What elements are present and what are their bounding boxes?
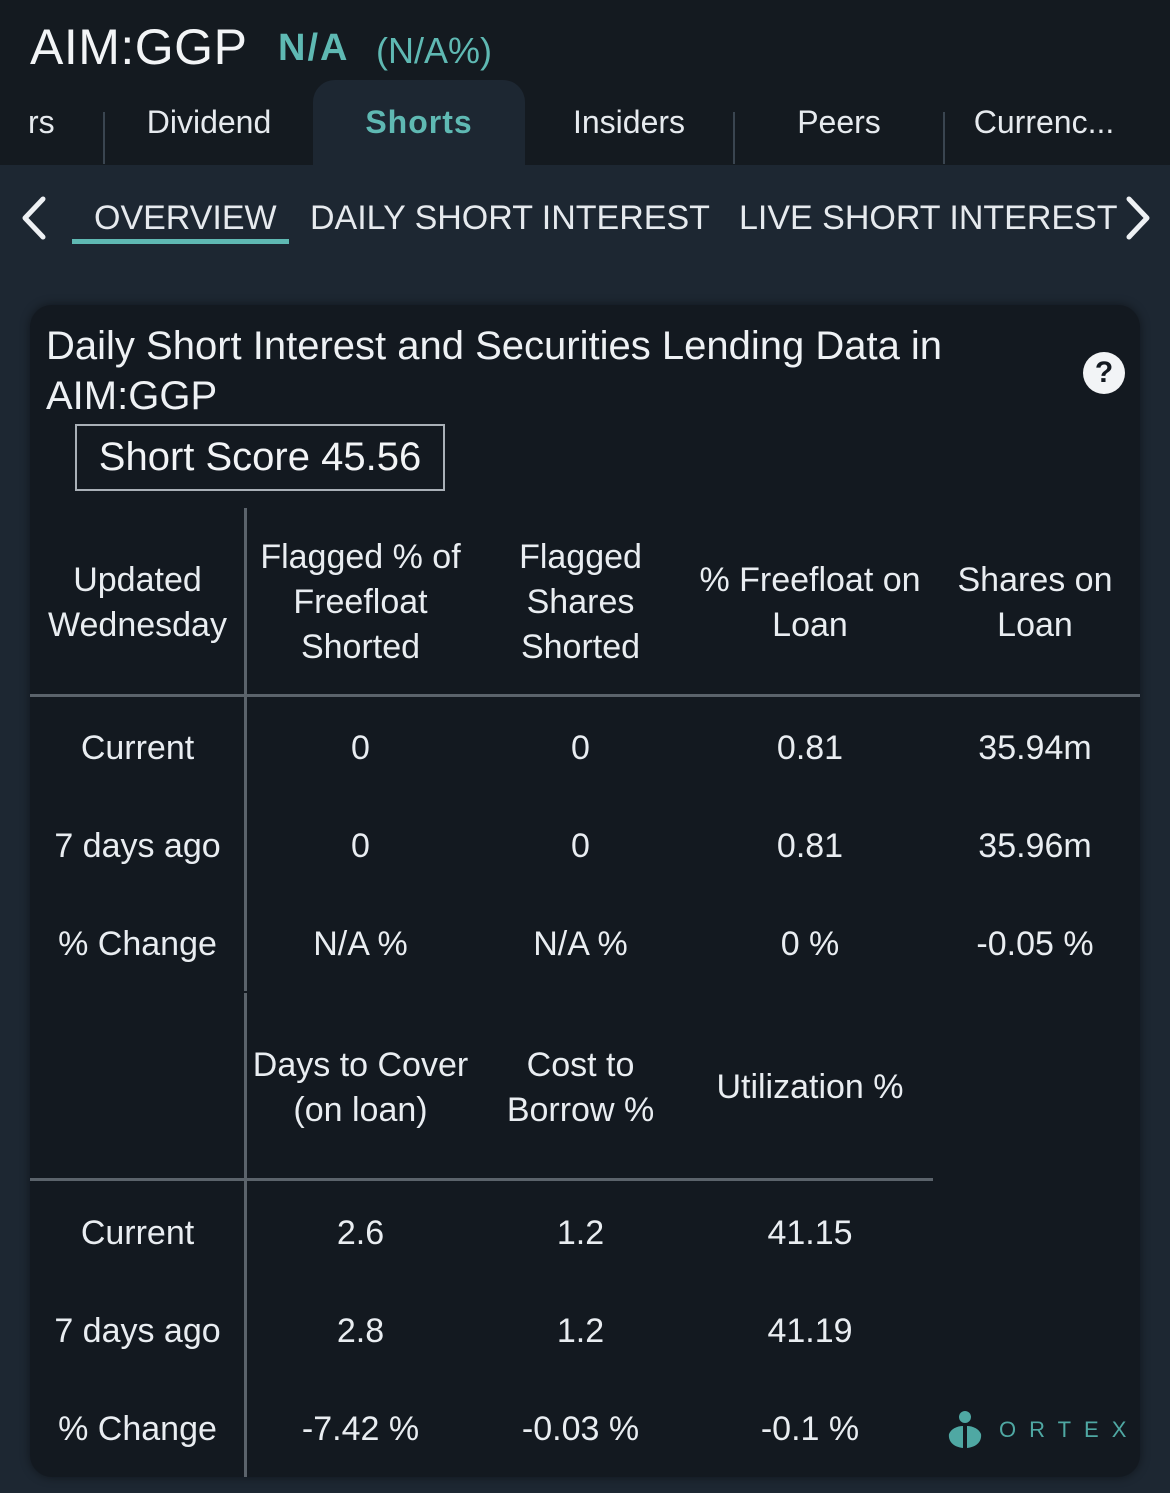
column-header: Utilization % <box>716 1068 904 1106</box>
scroll-right-button[interactable] <box>1118 193 1158 243</box>
table-cell: 0 % <box>780 924 840 963</box>
table-cell: 0 <box>571 728 590 767</box>
ortex-logo-icon <box>948 1411 982 1448</box>
row-label: Current <box>80 1213 195 1252</box>
table-cell: 0.81 <box>776 728 844 767</box>
chevron-left-icon <box>22 196 46 240</box>
help-icon[interactable]: ? <box>1083 352 1125 394</box>
updated-label: Updated <box>73 560 202 599</box>
tab-shorts[interactable]: Shorts <box>313 80 525 165</box>
tab-divider <box>733 112 735 164</box>
tab-label: Peers <box>797 104 881 140</box>
table-cell: 0 <box>351 826 370 865</box>
column-header: Flagged % of Freefloat Shorted <box>260 538 461 666</box>
table-divider <box>30 1178 933 1181</box>
ortex-wordmark: ORTEX <box>999 1417 1140 1442</box>
column-header: Cost to Borrow % <box>506 1045 655 1129</box>
tab-label: Currenc... <box>973 104 1115 140</box>
table-cell: 41.15 <box>767 1213 853 1252</box>
ticker-symbol: AIM:GGP <box>30 19 248 75</box>
row-label: Current <box>80 728 195 767</box>
table-cell: 41.19 <box>767 1311 853 1350</box>
subtab-overview[interactable]: OVERVIEW <box>94 199 277 238</box>
tab-label: Insiders <box>572 104 686 140</box>
main-tab-bar: rs Dividend Shorts Insiders Peers Curren… <box>0 80 1170 165</box>
tab-divider <box>103 112 105 164</box>
subtab-live-short-interest[interactable]: LIVE SHORT INTEREST <box>739 199 1118 238</box>
table-cell: 1.2 <box>556 1213 605 1252</box>
row-label: % Change <box>58 1409 217 1448</box>
tab-insiders[interactable]: Insiders <box>526 80 732 165</box>
table-cell: 0 <box>571 826 590 865</box>
table-cell: N/A % <box>533 924 628 963</box>
column-header: Days to Cover (on loan) <box>252 1045 469 1129</box>
table-divider <box>244 993 247 1178</box>
table-cell: 1.2 <box>556 1311 605 1350</box>
column-header: % Freefloat on Loan <box>699 560 921 644</box>
subtab-daily-short-interest[interactable]: DAILY SHORT INTEREST <box>310 199 710 238</box>
tab-dividend[interactable]: Dividend <box>106 80 312 165</box>
chevron-right-icon <box>1126 196 1150 240</box>
short-score-badge: Short Score 45.56 <box>75 424 445 491</box>
updated-header: Updated Wednesday <box>30 510 245 695</box>
price-change: (N/A%) <box>376 30 492 71</box>
tab-label: Dividend <box>146 104 272 140</box>
scroll-left-button[interactable] <box>14 193 54 243</box>
row-label: 7 days ago <box>54 1311 221 1350</box>
short-interest-card: Daily Short Interest and Securities Lend… <box>30 305 1140 1477</box>
table-cell: 2.8 <box>336 1311 385 1350</box>
table-cell: -0.05 % <box>976 924 1094 963</box>
table-divider <box>244 508 247 696</box>
row-label: % Change <box>58 924 217 963</box>
ortex-logo: ORTEX <box>945 1405 1139 1455</box>
active-subtab-indicator <box>72 239 289 244</box>
table-cell: 0 <box>351 728 370 767</box>
tab-label: rs <box>28 104 55 140</box>
column-header: Flagged Shares Shorted <box>519 538 642 666</box>
table-cell: 2.6 <box>336 1213 385 1252</box>
card-title: Daily Short Interest and Securities Lend… <box>46 324 943 418</box>
column-header: Shares on Loan <box>957 560 1113 644</box>
tab-peers[interactable]: Peers <box>736 80 942 165</box>
table-cell: 0.81 <box>776 826 844 865</box>
table-cell: -0.03 % <box>521 1409 640 1448</box>
tab-overview-partial[interactable]: rs <box>0 80 85 165</box>
row-label: 7 days ago <box>54 826 221 865</box>
tab-currency[interactable]: Currenc... <box>946 80 1142 165</box>
price-value: N/A <box>278 27 350 69</box>
table-divider <box>30 694 1140 697</box>
table-cell: -0.1 % <box>760 1409 860 1448</box>
updated-day: Wednesday <box>48 605 227 644</box>
table-cell: -7.42 % <box>301 1409 420 1448</box>
table-cell: N/A % <box>313 924 408 963</box>
sub-tab-bar: OVERVIEW DAILY SHORT INTEREST LIVE SHORT… <box>0 165 1170 270</box>
tab-label: Shorts <box>365 104 473 140</box>
table-cell: 35.94m <box>978 728 1092 767</box>
tab-divider <box>943 112 945 164</box>
app-header: AIM:GGP N/A (N/A%) rs Dividend Shorts In… <box>0 0 1170 165</box>
table-cell: 35.96m <box>978 826 1092 865</box>
